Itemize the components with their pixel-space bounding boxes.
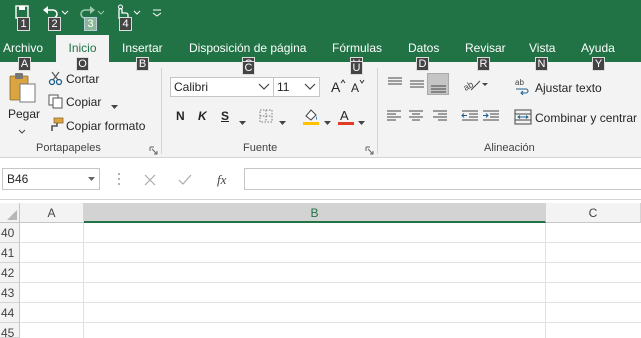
- align-bottom-icon[interactable]: [427, 73, 449, 95]
- keytip-ribbon-u: U: [350, 61, 363, 75]
- keytip-tab-vista: N: [535, 57, 548, 71]
- wrap-text-button[interactable]: Ajustar texto: [535, 81, 602, 95]
- formula-bar: B46 fx: [0, 158, 641, 200]
- chevron-down-icon[interactable]: [324, 115, 331, 129]
- gridline: [545, 223, 546, 338]
- font-size-combo[interactable]: 11: [273, 77, 320, 97]
- copy-button[interactable]: Copiar: [66, 95, 101, 109]
- chevron-down-icon[interactable]: [304, 83, 316, 91]
- clipboard-group-label: Portapapeles: [36, 142, 101, 154]
- format-painter-button[interactable]: Copiar formato: [66, 119, 145, 133]
- cut-icon[interactable]: [48, 71, 63, 89]
- group-separator: [377, 68, 378, 154]
- name-box[interactable]: B46: [2, 168, 100, 190]
- chevron-down-icon[interactable]: [279, 115, 286, 129]
- keytip-tab-datos: D: [416, 57, 429, 71]
- gridline: [20, 262, 641, 263]
- paste-icon[interactable]: [8, 72, 38, 107]
- chevron-down-icon[interactable]: [358, 115, 365, 129]
- keytip-tab-revisar: R: [477, 57, 490, 71]
- chevron-down-icon[interactable]: [258, 83, 270, 91]
- decrease-indent-icon[interactable]: [461, 109, 479, 126]
- svg-text:ab: ab: [515, 78, 524, 87]
- keytip-tab-archivo: A: [18, 57, 31, 71]
- chevron-down-icon[interactable]: [239, 115, 246, 129]
- keytip-tab-inicio: O: [76, 57, 89, 71]
- cut-button[interactable]: Cortar: [66, 72, 99, 86]
- merge-center-icon[interactable]: [514, 109, 532, 128]
- increase-indent-icon[interactable]: [482, 109, 500, 126]
- keytip-qat-1: 1: [17, 17, 30, 31]
- align-top-icon[interactable]: [386, 76, 404, 93]
- align-middle-icon[interactable]: [408, 76, 426, 93]
- align-left-icon[interactable]: [386, 109, 402, 126]
- insert-function-button[interactable]: fx: [217, 172, 226, 188]
- gridline: [20, 322, 641, 323]
- chevron-down-icon[interactable]: [88, 177, 95, 182]
- keytip-qat-4: 4: [119, 17, 132, 31]
- row-header[interactable]: 41: [0, 243, 20, 263]
- orientation-icon[interactable]: ab: [461, 76, 490, 95]
- cancel-icon[interactable]: [144, 174, 156, 189]
- keytip-tab-insertar: B: [136, 57, 149, 71]
- ribbon-header: 1 2 3 4 Archivo Inicio Insertar Disposic…: [0, 0, 641, 62]
- svg-text:A: A: [351, 81, 359, 94]
- more-options-icon[interactable]: [117, 172, 121, 189]
- column-header-b[interactable]: B: [84, 203, 546, 223]
- alignment-group-label: Alineación: [484, 142, 535, 154]
- paste-button-label[interactable]: Pegar: [8, 107, 40, 121]
- row-header[interactable]: 45: [0, 323, 20, 338]
- name-box-value: B46: [7, 172, 29, 186]
- copy-icon[interactable]: [48, 94, 63, 112]
- font-name-combo[interactable]: Calibri: [170, 77, 274, 97]
- chevron-down-icon[interactable]: [111, 99, 118, 113]
- row-header[interactable]: 42: [0, 263, 20, 283]
- row-header[interactable]: 44: [0, 303, 20, 323]
- increase-font-size-icon[interactable]: A: [330, 78, 346, 97]
- column-header-a[interactable]: A: [20, 203, 84, 223]
- keytip-ribbon-c: C: [242, 61, 255, 75]
- keytip-tab-ayuda: Y: [592, 57, 605, 71]
- column-header-c[interactable]: C: [546, 203, 641, 223]
- enter-icon[interactable]: [178, 174, 192, 189]
- ribbon: Pegar Cortar Copiar Copiar formato Porta…: [0, 61, 641, 158]
- select-all-corner[interactable]: [0, 203, 20, 223]
- gridline: [20, 242, 641, 243]
- borders-icon[interactable]: [259, 109, 273, 126]
- worksheet-grid[interactable]: A B C 40 41 42 43 44 45: [0, 200, 641, 338]
- dialog-launcher-icon[interactable]: [149, 144, 158, 155]
- align-right-icon[interactable]: [432, 109, 448, 126]
- font-color-icon[interactable]: A: [338, 107, 354, 128]
- gridline: [20, 282, 641, 283]
- chevron-down-icon[interactable]: [18, 124, 26, 138]
- wrap-text-icon[interactable]: ab: [514, 77, 532, 98]
- customize-qat-icon[interactable]: [151, 4, 163, 24]
- decrease-font-size-icon[interactable]: A: [350, 78, 366, 97]
- italic-button[interactable]: K: [198, 109, 207, 123]
- row-header[interactable]: 43: [0, 283, 20, 303]
- row-header[interactable]: 40: [0, 223, 20, 243]
- merge-center-button[interactable]: Combinar y centrar: [535, 111, 637, 125]
- gridline: [83, 223, 84, 338]
- svg-text:A: A: [331, 79, 341, 94]
- keytip-qat-3: 3: [84, 17, 97, 31]
- fill-color-icon[interactable]: [302, 107, 320, 128]
- svg-text:ab: ab: [462, 79, 475, 92]
- excel-window: 1 2 3 4 Archivo Inicio Insertar Disposic…: [0, 0, 641, 338]
- dialog-launcher-icon[interactable]: [365, 144, 374, 155]
- font-group-label: Fuente: [243, 142, 278, 154]
- font-size-value: 11: [277, 80, 290, 94]
- align-center-icon[interactable]: [408, 109, 424, 126]
- format-painter-icon[interactable]: [48, 117, 64, 135]
- formula-input[interactable]: [244, 168, 641, 190]
- font-name-value: Calibri: [174, 80, 209, 94]
- svg-text:A: A: [340, 108, 349, 123]
- group-separator: [161, 68, 162, 154]
- gridline: [20, 302, 641, 303]
- underline-button[interactable]: S: [221, 109, 229, 123]
- keytip-qat-2: 2: [48, 17, 61, 31]
- bold-button[interactable]: N: [176, 109, 185, 123]
